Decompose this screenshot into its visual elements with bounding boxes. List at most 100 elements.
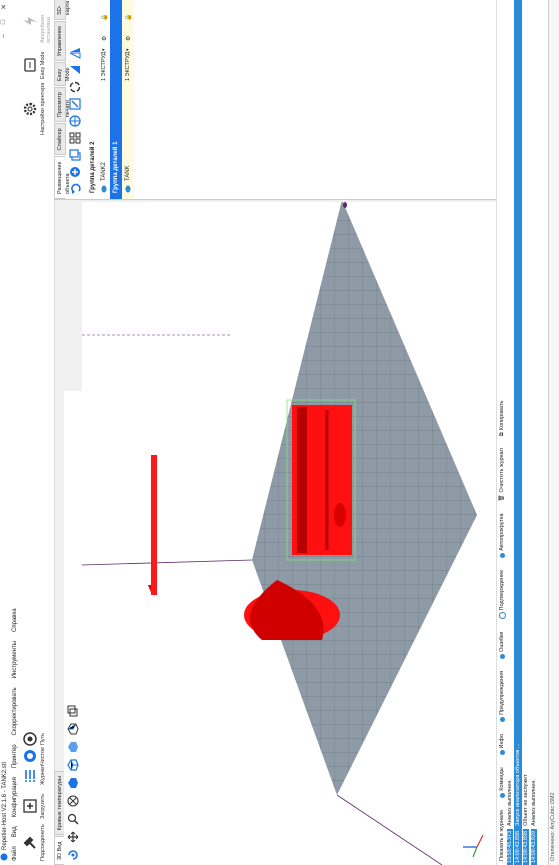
filter-info[interactable]: Инфо (499, 734, 505, 756)
emergency-stop-button[interactable]: Аварийная остановка (22, 0, 52, 43)
connection-status: Отключено: AnyCubic i3M2 (550, 792, 556, 861)
path-button[interactable]: Путь (22, 731, 46, 747)
chevron-down-icon[interactable]: ▾ (125, 48, 131, 51)
filter-acknowledge[interactable]: Подтверждение (498, 570, 506, 620)
copy-icon: ⧉ (498, 432, 505, 437)
add-object-icon[interactable] (69, 166, 83, 178)
filter-autoscroll[interactable]: Автопрокрутка (499, 513, 505, 558)
main-toolbar: Подсоединить Загрузить Журнал Чистое Пут… (20, 0, 55, 865)
object-settings-icon[interactable]: ⚙ (101, 36, 108, 41)
toggle-icon (499, 750, 505, 756)
status-bar: Отключено: AnyCubic i3M2 (548, 0, 559, 865)
clean-button[interactable]: Чистое (22, 747, 46, 765)
plug-icon (22, 835, 38, 851)
object-settings-icon[interactable]: ⚙ (125, 36, 132, 41)
close-button[interactable]: ✕ (0, 4, 8, 10)
app-icon (0, 853, 10, 861)
axis-indicator (463, 834, 484, 858)
lock-icon[interactable]: 🔒 (125, 14, 132, 21)
tank-hull-model[interactable] (286, 399, 356, 561)
log-line: 14:09:43.929 Анализ выполнен. (531, 779, 537, 865)
object-row-tank2[interactable]: TANK2 1 ЭКСТРУД ▾ ⚙ 🔒 (98, 0, 110, 199)
menu-help[interactable]: Справка (12, 608, 18, 632)
group-1-header[interactable]: Группа деталей 1 (110, 0, 122, 199)
load-button[interactable]: Загрузить (22, 794, 46, 819)
side-view-icon[interactable] (67, 741, 79, 753)
menu-tools[interactable]: Инструменты (12, 641, 18, 678)
filter-warnings[interactable]: Предупреждения (499, 671, 505, 722)
window-title: Repetier-Host V2.1.6 - TANK2.stl (2, 762, 8, 850)
tab-easy-mode[interactable]: Easy Mode (54, 62, 71, 87)
lock-icon[interactable]: 🔒 (101, 14, 108, 21)
menu-correct[interactable]: Скорректировать (12, 687, 18, 735)
printer-settings-button[interactable]: Настройки принтера (22, 83, 46, 135)
log-button[interactable]: Журнал (22, 765, 46, 785)
tab-object-placement[interactable]: Размещение объекта (54, 156, 71, 199)
object-row-tank[interactable]: TANK 1 ЭКСТРУД ▾ ⚙ 🔒 (122, 0, 134, 199)
trash-icon: 🗑 (499, 494, 505, 502)
chevron-down-icon[interactable]: ▾ (101, 48, 107, 51)
log-line: 13:59:45.373 Анализ выполнен. (507, 779, 513, 865)
rotate-view-icon[interactable] (67, 849, 79, 861)
filter-errors[interactable]: Ошибки (499, 632, 505, 659)
tab-print-preview[interactable]: Просмотр печати (54, 87, 71, 123)
front-view-icon[interactable] (67, 777, 79, 789)
filter-commands[interactable]: Команды (499, 767, 505, 798)
minimize-button[interactable]: – (0, 34, 8, 38)
log-panel[interactable]: 13:59:45.373 Анализ выполнен. 14:09:43.89… (506, 0, 549, 865)
right-tabs: Размещение объекта Слайсер Просмотр печа… (54, 0, 71, 199)
origin-marker (343, 202, 347, 208)
toggle-icon (499, 716, 505, 722)
group-2-header[interactable]: Группа деталей 2 (88, 0, 98, 199)
title-bar: Repetier-Host V2.1.6 - TANK2.stl – □ ✕ (0, 0, 10, 865)
cut-icon[interactable] (69, 64, 83, 76)
object-placement-panel: Размещение объекта Слайсер Просмотр печа… (54, 0, 496, 200)
parallel-view-icon[interactable] (67, 705, 79, 717)
copy-object-icon[interactable] (69, 149, 83, 161)
mirror-icon[interactable] (69, 47, 83, 59)
clean-icon (22, 748, 38, 764)
toggle-icon (498, 612, 506, 620)
iso-view-icon[interactable] (67, 723, 79, 735)
rotate-object-icon[interactable] (69, 81, 83, 93)
top-view-icon[interactable] (67, 759, 79, 771)
move-view-icon[interactable] (67, 831, 79, 843)
scene (82, 202, 484, 865)
log-line: 14:09:43.898 Объект не заслужит (523, 774, 529, 865)
zoom-view-icon[interactable] (67, 813, 79, 825)
filter-show-in-log: Показать в журнале (499, 809, 505, 861)
menu-view[interactable]: Вид (12, 826, 18, 837)
eye-icon[interactable] (125, 185, 131, 193)
arrange-icon[interactable] (69, 132, 83, 144)
app-window: Repetier-Host V2.1.6 - TANK2.stl – □ ✕ Ф… (0, 0, 559, 865)
menu-file[interactable]: Файл (12, 846, 18, 861)
toggle-icon (499, 552, 505, 558)
connect-button[interactable]: Подсоединить (22, 824, 46, 861)
reset-view-icon[interactable] (67, 795, 79, 807)
tab-slicer[interactable]: Слайсер (54, 123, 66, 156)
log-line: 14:09:43.898 Запуск анализатора объектов … (514, 0, 522, 865)
emergency-icon (22, 14, 38, 30)
maximize-button[interactable]: □ (0, 20, 8, 24)
tab-control[interactable]: Управление (54, 20, 66, 62)
view-toolbar (64, 391, 83, 865)
load-icon (22, 798, 38, 814)
toggle-icon (499, 792, 505, 798)
view-tabs: 3D Вид Кривые температуры (54, 395, 66, 865)
menu-config[interactable]: Конфигурация (12, 777, 18, 817)
tab-sd-card[interactable]: SD-карта (54, 0, 71, 20)
center-icon[interactable] (69, 115, 83, 127)
3d-viewport[interactable] (82, 202, 496, 865)
easymode-icon (22, 57, 38, 73)
undo-icon[interactable] (69, 183, 83, 195)
easy-mode-button[interactable]: Easy Mode (22, 51, 46, 79)
clear-log-button[interactable]: 🗑 Очистить журнал (499, 448, 505, 501)
gear-icon (22, 101, 38, 117)
build-bed (252, 202, 477, 795)
eye-icon[interactable] (101, 185, 107, 193)
scale-icon[interactable] (69, 98, 83, 110)
path-icon (22, 731, 38, 747)
toggle-icon (499, 653, 505, 659)
menu-printer[interactable]: Принтер (12, 744, 18, 768)
copy-log-button[interactable]: ⧉ Копировать (499, 401, 506, 437)
